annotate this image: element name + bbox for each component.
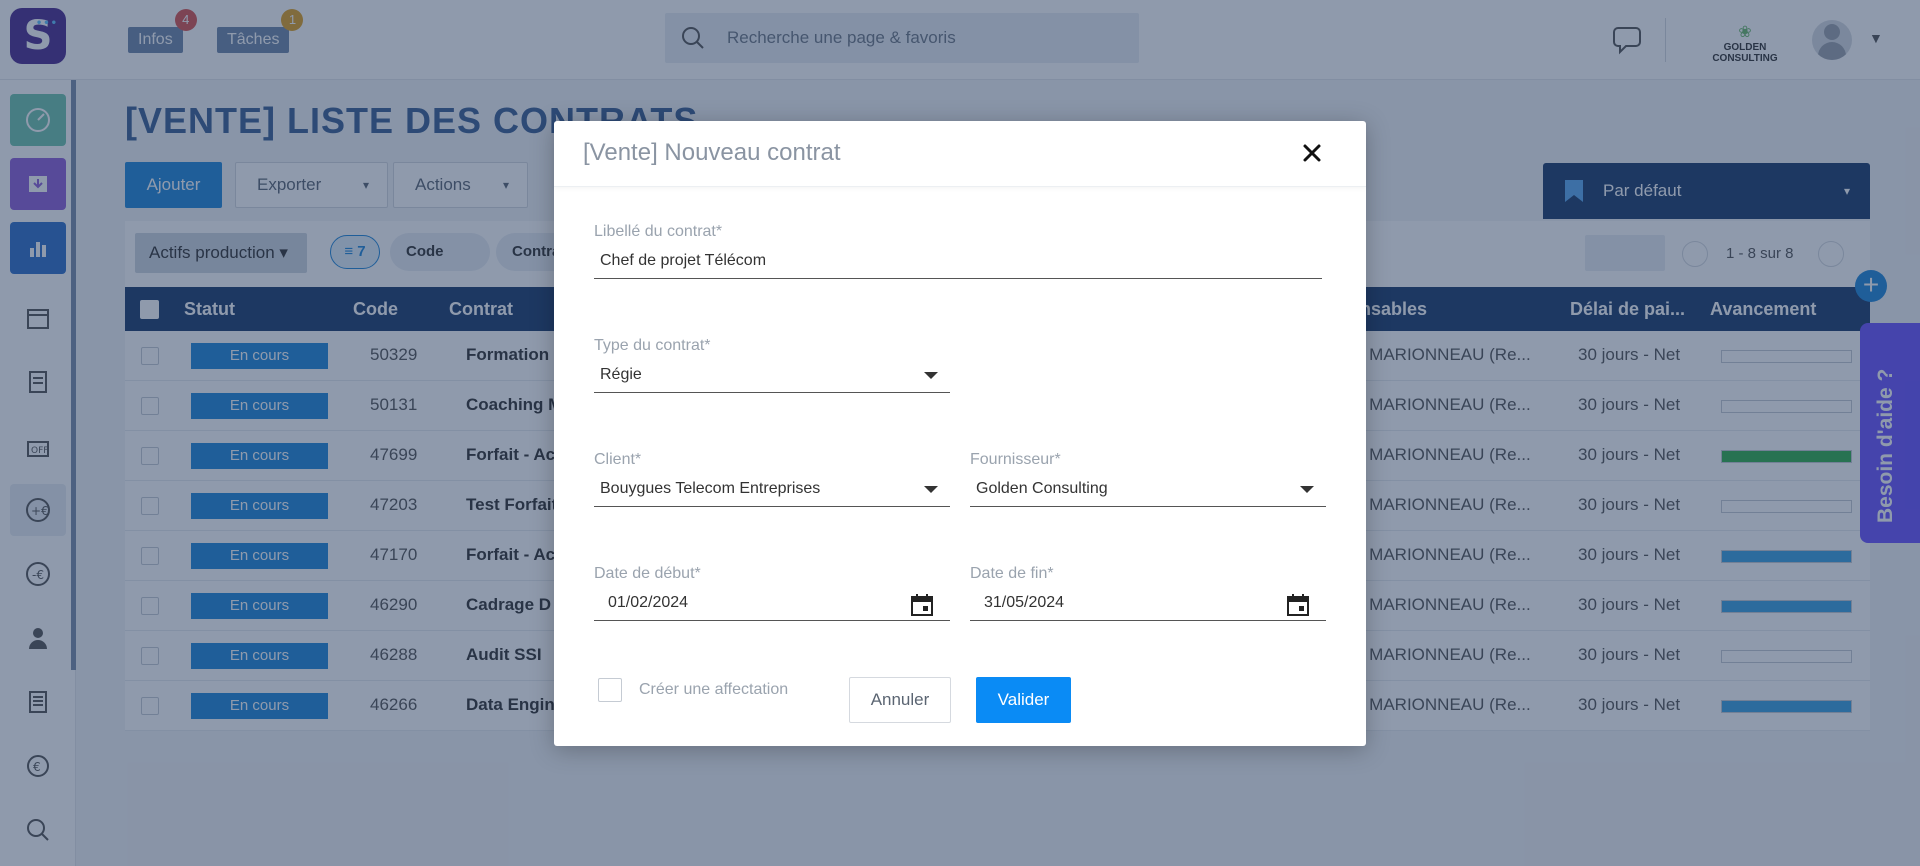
submit-button[interactable]: Valider bbox=[976, 677, 1071, 723]
type-select[interactable]: Régie bbox=[594, 359, 950, 393]
close-icon[interactable] bbox=[1296, 137, 1328, 169]
cancel-button[interactable]: Annuler bbox=[849, 677, 951, 723]
libelle-label: Libellé du contrat* bbox=[594, 223, 723, 240]
date-fin-value: 31/05/2024 bbox=[984, 594, 1065, 611]
dropdown-arrow-icon bbox=[924, 486, 938, 493]
type-field: Type du contrat* Régie bbox=[594, 337, 950, 393]
type-value: Régie bbox=[600, 366, 642, 383]
create-affectation-checkbox[interactable] bbox=[598, 678, 622, 702]
date-fin-input[interactable]: 31/05/2024 bbox=[970, 587, 1326, 621]
modal-title: [Vente] Nouveau contrat bbox=[583, 139, 841, 166]
calendar-icon[interactable] bbox=[1286, 593, 1310, 617]
libelle-field: Libellé du contrat* Chef de projet Téléc… bbox=[594, 223, 1322, 279]
create-affectation-label[interactable]: Créer une affectation bbox=[639, 681, 788, 699]
fournisseur-value: Golden Consulting bbox=[976, 480, 1108, 497]
date-debut-input[interactable]: 01/02/2024 bbox=[594, 587, 950, 621]
fournisseur-field: Fournisseur* Golden Consulting bbox=[970, 451, 1326, 507]
date-fin-field: Date de fin* 31/05/2024 bbox=[970, 565, 1326, 621]
new-contract-modal: [Vente] Nouveau contrat Libellé du contr… bbox=[554, 121, 1366, 746]
fournisseur-select[interactable]: Golden Consulting bbox=[970, 473, 1326, 507]
client-field: Client* Bouygues Telecom Entreprises bbox=[594, 451, 950, 507]
date-debut-value: 01/02/2024 bbox=[608, 594, 689, 611]
date-debut-label: Date de début* bbox=[594, 565, 701, 582]
date-debut-field: Date de début* 01/02/2024 bbox=[594, 565, 950, 621]
dropdown-arrow-icon bbox=[924, 372, 938, 379]
type-label: Type du contrat* bbox=[594, 337, 711, 354]
libelle-input[interactable]: Chef de projet Télécom bbox=[594, 245, 1322, 279]
client-value: Bouygues Telecom Entreprises bbox=[600, 480, 821, 497]
calendar-icon[interactable] bbox=[910, 593, 934, 617]
client-label: Client* bbox=[594, 451, 642, 468]
date-fin-label: Date de fin* bbox=[970, 565, 1054, 582]
modal-header: [Vente] Nouveau contrat bbox=[554, 121, 1366, 187]
client-select[interactable]: Bouygues Telecom Entreprises bbox=[594, 473, 950, 507]
dropdown-arrow-icon bbox=[1300, 486, 1314, 493]
fournisseur-label: Fournisseur* bbox=[970, 451, 1061, 468]
